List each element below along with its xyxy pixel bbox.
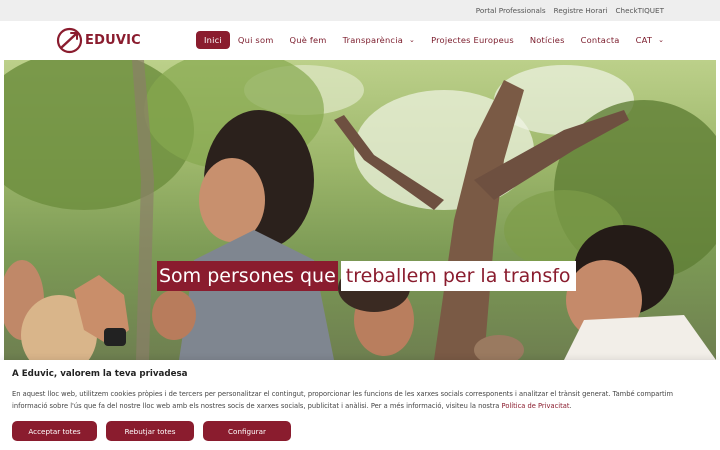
chevron-down-icon: ⌄	[658, 36, 665, 44]
chevron-down-icon: ⌄	[408, 36, 416, 44]
hero-banner: Som persones que treballem per la transf…	[4, 60, 716, 360]
cookie-title: A Eduvic, valorem la teva privadesa	[12, 369, 188, 379]
registre-horari-link[interactable]: Registre Horari	[554, 6, 608, 15]
configure-cookies-button[interactable]: Configurar	[203, 421, 291, 441]
nav-item-qui-som[interactable]: Qui som	[230, 31, 282, 49]
hero-headline: Som persones que treballem per la transf…	[157, 261, 576, 291]
privacy-policy-link[interactable]: Política de Privacitat	[502, 402, 570, 410]
cookie-description: En aquest lloc web, utilitzem cookies pr…	[12, 388, 708, 412]
nav-label: Què fem	[289, 35, 327, 45]
cookie-text: En aquest lloc web, utilitzem cookies pr…	[12, 390, 674, 410]
hero-headline-part-1: Som persones que	[157, 261, 338, 291]
site-logo[interactable]: EDUVIC	[56, 27, 141, 54]
reject-all-button[interactable]: Rebutjar totes	[106, 421, 194, 441]
nav-label: Notícies	[529, 35, 565, 45]
eduvic-logo-icon	[56, 27, 83, 54]
nav-item-transparencia[interactable]: Transparència ⌄	[335, 31, 424, 49]
nav-item-inici[interactable]: Inici	[196, 31, 230, 49]
language-label: CAT	[635, 35, 653, 45]
nav-item-projectes-europeus[interactable]: Projectes Europeus	[423, 31, 522, 49]
cookie-buttons: Acceptar totes Rebutjar totes Configurar	[12, 421, 291, 441]
utility-links: Portal Professionals Registre Horari Che…	[476, 0, 664, 21]
hero-headline-part-2: treballem per la transfo	[340, 261, 576, 291]
nav-item-noticies[interactable]: Notícies	[522, 31, 573, 49]
accept-all-button[interactable]: Acceptar totes	[12, 421, 97, 441]
cookie-consent-banner: A Eduvic, valorem la teva privadesa En a…	[0, 360, 720, 450]
language-selector[interactable]: CAT ⌄	[628, 31, 673, 49]
site-header: EDUVIC Inici Qui som Què fem Transparènc…	[0, 21, 720, 60]
portal-professionals-link[interactable]: Portal Professionals	[476, 6, 546, 15]
hero-photo	[4, 60, 716, 360]
nav-label: Contacta	[580, 35, 620, 45]
nav-item-contacta[interactable]: Contacta	[573, 31, 628, 49]
logo-text: EDUVIC	[85, 33, 141, 48]
cookie-text-end: .	[569, 402, 572, 410]
main-navigation: Inici Qui som Què fem Transparència ⌄ Pr…	[196, 31, 672, 49]
nav-item-que-fem[interactable]: Què fem	[282, 31, 335, 49]
checktiquet-link[interactable]: CheckTIQUET	[616, 6, 664, 15]
top-utility-bar: Portal Professionals Registre Horari Che…	[0, 0, 720, 21]
nav-label: Qui som	[237, 35, 274, 45]
nav-label: Transparència	[342, 35, 403, 45]
nav-label: Projectes Europeus	[431, 35, 514, 45]
nav-label: Inici	[204, 35, 222, 45]
